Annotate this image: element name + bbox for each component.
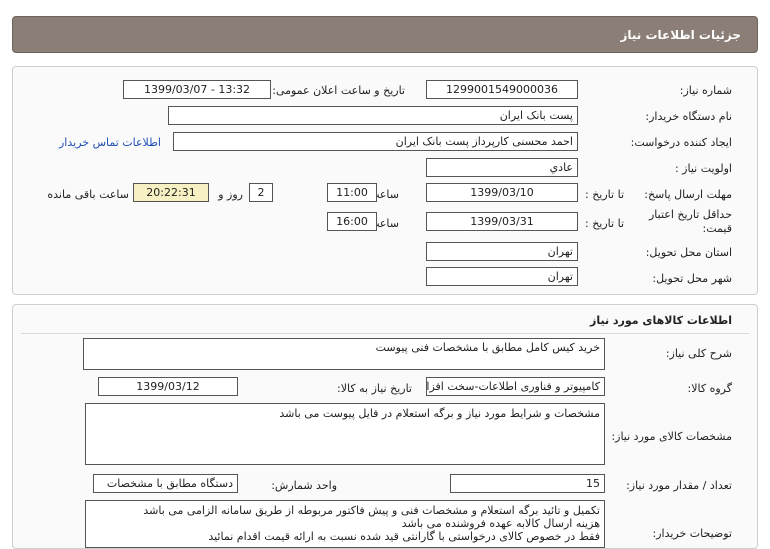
validity-time-field: 16:00 (327, 212, 377, 231)
spec-field: مشخصات و شرایط مورد نیاز و برگه استعلام … (85, 403, 605, 465)
validity-date-field: 1399/03/31 (426, 212, 578, 231)
qty-field: 15 (450, 474, 605, 493)
buyer-note-line: فقط در خصوص کالای درخواستی با گارانتی قی… (208, 530, 600, 543)
section-divider (21, 333, 749, 334)
announce-label: تاریخ و ساعت اعلان عمومی: (272, 84, 405, 97)
page-header: جزئیات اطلاعات نیاز (12, 16, 758, 53)
need-number-field: 1299001549000036 (426, 80, 578, 99)
priority-field: عادي (426, 158, 578, 177)
deadline-date-field: 1399/03/10 (426, 183, 578, 202)
buyer-contact-link[interactable]: اطلاعات تماس خریدار (59, 136, 161, 149)
buyer-org-label: نام دستگاه خریدار: (645, 110, 732, 123)
goods-section-title: اطلاعات کالاهای مورد نیاز (590, 314, 732, 327)
summary-field: خرید کیس کامل مطابق با مشخصات فنی پیوست (83, 338, 605, 370)
goods-group-field: کامپیوتر و فناوری اطلاعات-سخت افزار (426, 377, 605, 396)
province-field: تهران (426, 242, 578, 261)
summary-label: شرح کلی نیاز: (665, 347, 732, 360)
unit-field: دستگاه مطابق با مشخصات (93, 474, 238, 493)
need-number-label: شماره نیاز: (679, 84, 732, 97)
spec-label: مشخصات کالای مورد نیاز: (611, 430, 732, 443)
validity-until-label: تا تاریخ : (585, 217, 624, 230)
creator-label: ایجاد کننده درخواست: (630, 136, 732, 149)
deadline-label: مهلت ارسال پاسخ: (644, 188, 732, 201)
need-info-panel: شماره نیاز: 1299001549000036 تاریخ و ساع… (12, 66, 758, 295)
goods-panel: اطلاعات کالاهای مورد نیاز شرح کلی نیاز: … (12, 304, 758, 549)
remaining-label: ساعت باقی مانده (47, 188, 129, 201)
city-label: شهر محل تحویل: (652, 272, 732, 285)
buyer-note-line: هزینه ارسال کالابه عهده فروشنده می باشد (401, 517, 600, 530)
remaining-time-field: 20:22:31 (133, 183, 209, 202)
days-label: روز و (218, 188, 243, 201)
buyer-notes-field: تکمیل و تائید برگه استعلام و مشخصات فنی … (85, 500, 605, 548)
need-date-field: 1399/03/12 (98, 377, 238, 396)
buyer-org-field: پست بانک ایران (168, 106, 578, 125)
creator-field: احمد محسنی کارپرداز پست بانک ایران (173, 132, 578, 151)
buyer-note-line: تکمیل و تائید برگه استعلام و مشخصات فنی … (143, 504, 600, 517)
days-field: 2 (249, 183, 273, 202)
unit-label: واحد شمارش: (271, 479, 337, 492)
page-title: جزئیات اطلاعات نیاز (620, 28, 741, 42)
priority-label: اولویت نیاز : (674, 162, 732, 175)
deadline-until-label: تا تاریخ : (585, 188, 624, 201)
need-date-label: تاریخ نیاز به کالا: (337, 382, 412, 395)
buyer-notes-label: توضیحات خریدار: (652, 527, 733, 540)
goods-group-label: گروه کالا: (687, 382, 732, 395)
city-field: تهران (426, 267, 578, 286)
deadline-time-field: 11:00 (327, 183, 377, 202)
qty-label: تعداد / مقدار مورد نیاز: (626, 479, 732, 492)
validity-label: حداقل تاریخ اعتبار قیمت: (648, 208, 732, 235)
province-label: استان محل تحویل: (645, 246, 732, 259)
announce-datetime-field: 1399/03/07 - 13:32 (123, 80, 271, 99)
